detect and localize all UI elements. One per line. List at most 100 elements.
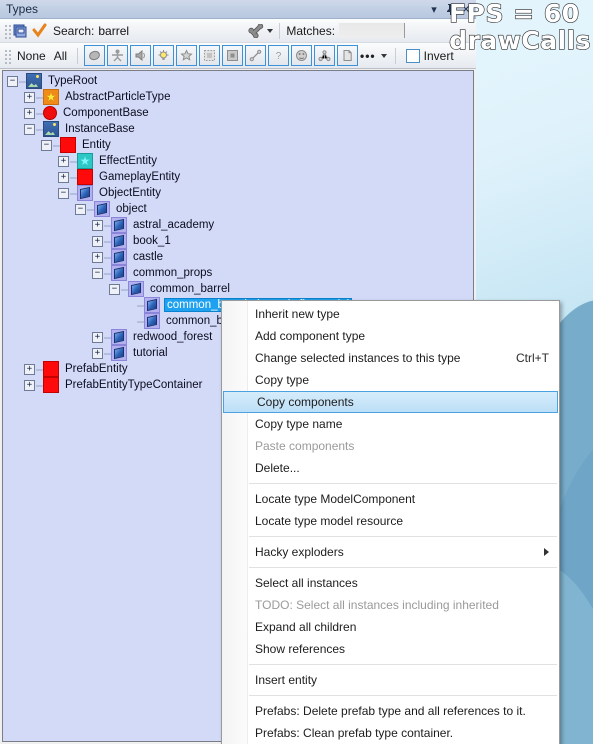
menu-paste-components: Paste components (222, 435, 559, 457)
menu-add-component-type[interactable]: Add component type (222, 325, 559, 347)
filter-mesh-icon[interactable] (84, 45, 106, 66)
tree-expander-collapse[interactable]: − (75, 203, 86, 215)
menu-locate-type-model-resource[interactable]: Locate type model resource (222, 510, 559, 532)
tree-item[interactable]: − InstanceBase (3, 121, 473, 137)
tree-expander-collapse[interactable]: − (41, 139, 52, 151)
check-icon[interactable] (32, 23, 47, 38)
tree-item[interactable]: + ★ AbstractParticleType (3, 89, 473, 105)
divider (279, 22, 281, 39)
invert-checkbox-row[interactable]: Invert (405, 48, 454, 63)
menu-insert-entity[interactable]: Insert entity (222, 669, 559, 691)
tree-expander-expand[interactable]: + (92, 331, 103, 343)
menu-expand-all-children[interactable]: Expand all children (222, 616, 559, 638)
filter-toolbar-gripper[interactable] (3, 47, 11, 64)
divider (77, 47, 79, 64)
tree-connector (137, 316, 144, 326)
search-options-chevron-down-icon[interactable] (267, 28, 274, 33)
menu-copy-type-name[interactable]: Copy type name (222, 413, 559, 435)
tree-expander-collapse[interactable]: − (92, 267, 103, 279)
menu-change-selected-instances[interactable]: Change selected instances to this type Ct… (222, 347, 559, 369)
window-menu-button[interactable]: ▾ (426, 2, 442, 17)
tree-connector (36, 108, 43, 118)
tree-item[interactable]: − Entity (3, 137, 473, 153)
filter-all-button[interactable]: All (50, 48, 71, 64)
tree-expander-collapse[interactable]: − (109, 283, 120, 295)
tree-item[interactable]: − common_props (3, 265, 473, 281)
filter-volume-icon[interactable] (199, 45, 221, 66)
invert-checkbox[interactable] (405, 48, 420, 63)
menu-prefabs-delete[interactable]: Prefabs: Delete prefab type and all refe… (222, 700, 559, 722)
tree-item[interactable]: + ★ EffectEntity (3, 153, 473, 169)
search-input[interactable]: barrel (98, 24, 248, 38)
menu-copy-type[interactable]: Copy type (222, 369, 559, 391)
tree-item[interactable]: − object (3, 201, 473, 217)
tree-item[interactable]: + GameplayEntity (3, 169, 473, 185)
chevron-right-icon (544, 548, 549, 556)
filter-physics-icon[interactable] (291, 45, 313, 66)
cube-icon (94, 201, 110, 217)
tree-expander-expand[interactable]: + (92, 219, 103, 231)
tree-item[interactable]: + castle (3, 249, 473, 265)
menu-copy-components[interactable]: Copy components (223, 391, 558, 413)
divider (394, 47, 396, 64)
tree-expander-expand[interactable]: + (24, 107, 35, 119)
menu-prefabs-clean[interactable]: Prefabs: Clean prefab type container. (222, 722, 559, 744)
tree-connector (70, 172, 77, 182)
filter-none-button[interactable]: None (13, 48, 50, 64)
tree-expander-collapse[interactable]: − (24, 123, 35, 135)
filter-particle-icon[interactable] (176, 45, 198, 66)
tree-connector (70, 188, 77, 198)
matches-field[interactable] (339, 23, 406, 38)
tree-item[interactable]: − ObjectEntity (3, 185, 473, 201)
types-save-icon[interactable] (13, 23, 28, 38)
cube-icon (111, 249, 127, 265)
menu-show-references[interactable]: Show references (222, 638, 559, 660)
filter-box-icon[interactable] (222, 45, 244, 66)
tree-expander-expand[interactable]: + (92, 251, 103, 263)
menu-inherit-new-type[interactable]: Inherit new type (222, 303, 559, 325)
tree-expander-expand[interactable]: + (24, 379, 35, 391)
cube-icon (144, 297, 160, 313)
menu-item-label: Change selected instances to this type (255, 351, 461, 365)
more-filters-button[interactable]: ••• (358, 49, 389, 63)
tree-item[interactable]: + astral_academy (3, 217, 473, 233)
tree-expander-collapse[interactable]: − (7, 75, 18, 87)
tree-expander-collapse[interactable]: − (58, 187, 69, 199)
menu-hacky-exploders[interactable]: Hacky exploders (222, 541, 559, 563)
filter-document-icon[interactable] (337, 45, 359, 66)
tree-item[interactable]: − common_barrel (3, 281, 473, 297)
menu-item-label: Paste components (255, 439, 355, 453)
cube-icon (111, 329, 127, 345)
tree-expander-expand[interactable]: + (24, 91, 35, 103)
tree-item[interactable]: + book_1 (3, 233, 473, 249)
tree-expander-expand[interactable]: + (92, 347, 103, 359)
filter-unknown-icon[interactable]: ? (268, 45, 290, 66)
toolbar-gripper[interactable] (3, 22, 11, 39)
tree-expander-expand[interactable]: + (58, 155, 69, 167)
filter-character-icon[interactable] (107, 45, 129, 66)
filter-light-icon[interactable] (153, 45, 175, 66)
menu-locate-type-modelcomponent[interactable]: Locate type ModelComponent (222, 488, 559, 510)
star-icon: ★ (77, 153, 93, 169)
menu-item-accelerator: Ctrl+T (516, 351, 549, 365)
search-options-icon[interactable] (248, 23, 264, 38)
cube-icon (128, 281, 144, 297)
filter-nodes-icon[interactable] (314, 45, 336, 66)
tree-connector (137, 300, 144, 310)
tree-item[interactable]: − TypeRoot (3, 73, 473, 89)
tree-item-label: astral_academy (133, 219, 215, 231)
tree-expander-expand[interactable]: + (58, 171, 69, 183)
tree-expander-expand[interactable]: + (92, 235, 103, 247)
filter-sound-icon[interactable] (130, 45, 152, 66)
tree-item[interactable]: + ComponentBase (3, 105, 473, 121)
tree-connector (104, 268, 111, 278)
filter-spline-icon[interactable] (245, 45, 267, 66)
menu-delete[interactable]: Delete... (222, 457, 559, 479)
image-icon (43, 121, 59, 137)
tree-expander-expand[interactable]: + (24, 363, 35, 375)
menu-select-all-instances-inherited: TODO: Select all instances including inh… (222, 594, 559, 616)
menu-select-all-instances[interactable]: Select all instances (222, 572, 559, 594)
tree-item-label: Entity (82, 139, 111, 151)
menu-item-label: Locate type model resource (255, 514, 404, 528)
star-icon: ★ (43, 89, 59, 105)
